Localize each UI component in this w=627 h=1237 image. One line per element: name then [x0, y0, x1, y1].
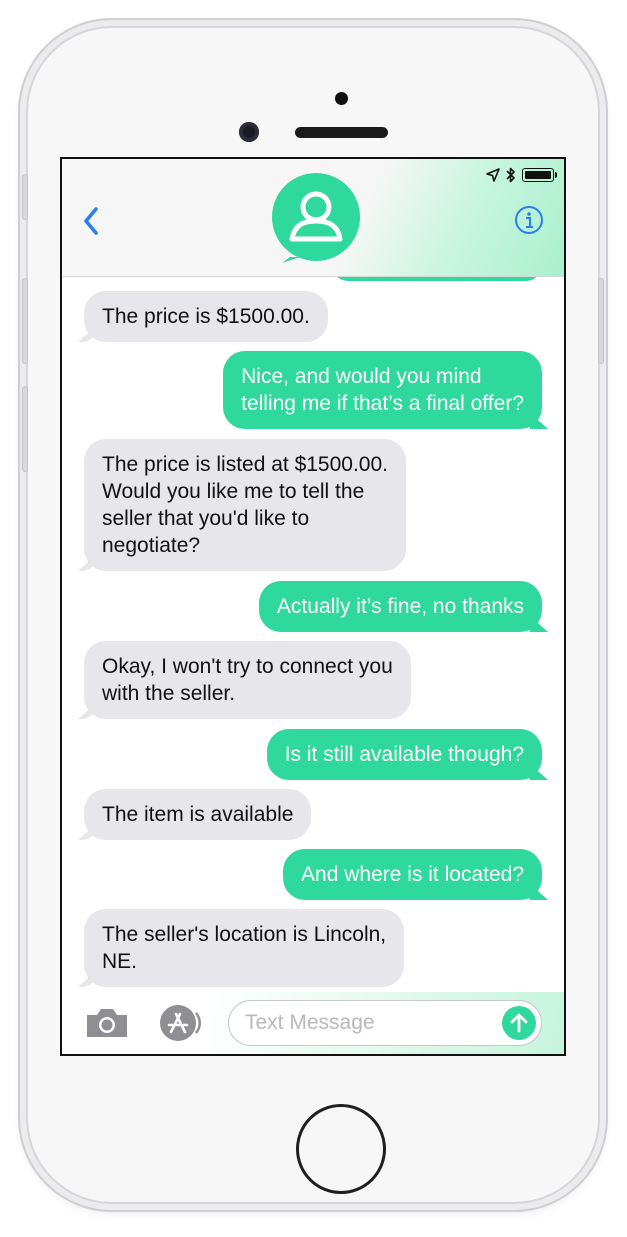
location-arrow-icon: [486, 168, 500, 182]
volume-up-button[interactable]: [22, 278, 28, 364]
compose-bar: [62, 992, 564, 1054]
app-store-icon[interactable]: [156, 1003, 204, 1043]
outgoing-message[interactable]: Nice, and would you mind telling me if t…: [223, 351, 542, 429]
earpiece-speaker: [295, 127, 388, 138]
message-text-field[interactable]: [228, 1000, 542, 1046]
volume-down-button[interactable]: [22, 386, 28, 472]
chevron-left-icon[interactable]: [78, 203, 104, 239]
incoming-message[interactable]: The seller's location is Lincoln, NE.: [84, 909, 405, 987]
previous-message-bubble: [332, 277, 542, 281]
camera-icon[interactable]: [84, 1006, 130, 1040]
arrow-up-icon: [510, 1013, 528, 1033]
phone-screen: The price is $1500.00. Nice, and would y…: [60, 157, 566, 1056]
front-camera: [239, 122, 259, 142]
incoming-message[interactable]: The item is available: [84, 789, 312, 840]
message-input[interactable]: [245, 1001, 495, 1044]
power-button[interactable]: [598, 278, 604, 364]
conversation-header: [62, 159, 564, 277]
battery-icon: [522, 168, 557, 182]
incoming-message[interactable]: Okay, I won't try to connect you with th…: [84, 641, 411, 719]
outgoing-message[interactable]: Actually it’s fine, no thanks: [258, 581, 542, 632]
incoming-message[interactable]: The price is $1500.00.: [84, 291, 328, 342]
send-button[interactable]: [502, 1006, 536, 1040]
outgoing-message[interactable]: Is it still available though?: [266, 729, 542, 780]
person-avatar-icon[interactable]: [270, 173, 362, 265]
mute-switch[interactable]: [22, 174, 28, 220]
incoming-message[interactable]: The price is listed at $1500.00. Would y…: [84, 439, 407, 571]
info-circle-icon[interactable]: [514, 205, 544, 235]
proximity-sensor: [335, 92, 348, 105]
outgoing-message[interactable]: And where is it located?: [283, 849, 542, 900]
home-button[interactable]: [296, 1104, 386, 1194]
bluetooth-icon: [506, 167, 515, 183]
message-thread[interactable]: The price is $1500.00. Nice, and would y…: [62, 277, 564, 994]
